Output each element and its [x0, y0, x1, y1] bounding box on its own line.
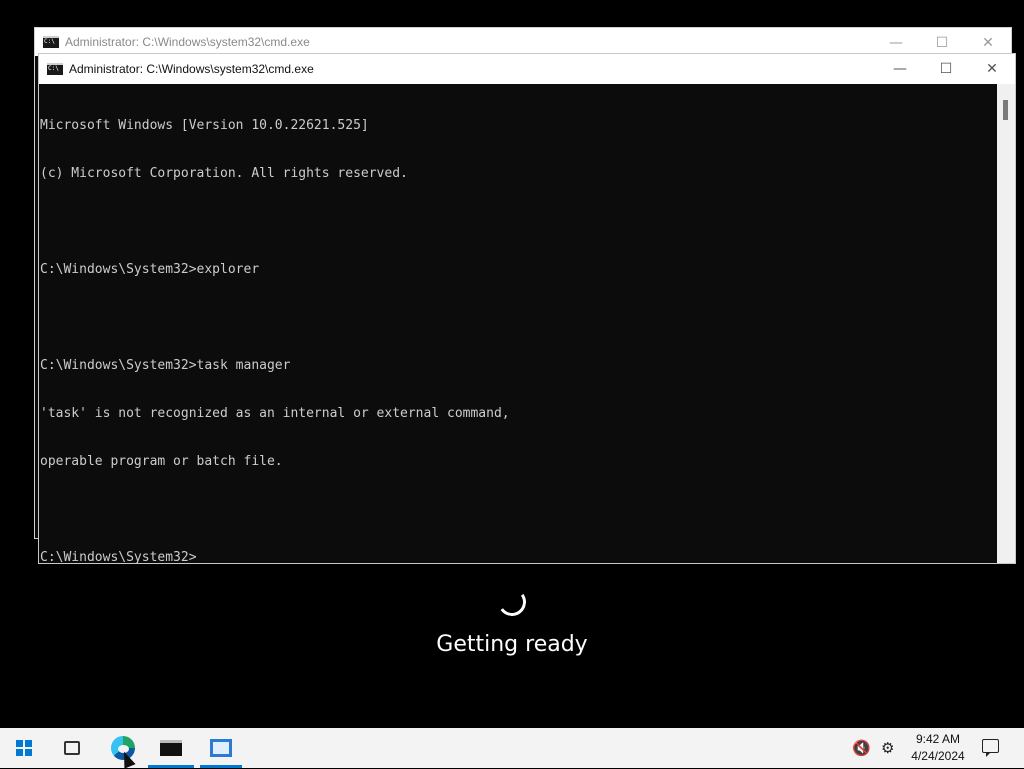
- app-window-icon: [210, 739, 232, 757]
- task-view-icon: [64, 741, 80, 755]
- command-prompt-line[interactable]: C:\Windows\System32>: [40, 550, 997, 566]
- windows-logo-icon: [16, 740, 32, 756]
- taskbar-app-button[interactable]: [200, 728, 242, 768]
- command-prompt-icon: [160, 740, 182, 756]
- window-title: Administrator: C:\Windows\system32\cmd.e…: [65, 35, 310, 49]
- task-view-button[interactable]: [52, 728, 92, 768]
- console-output[interactable]: Microsoft Windows [Version 10.0.22621.52…: [39, 84, 997, 566]
- console-line: Microsoft Windows [Version 10.0.22621.52…: [40, 118, 369, 133]
- console-line: C:\Windows\System32>task manager: [40, 358, 291, 373]
- cmd-app-icon: [47, 63, 63, 75]
- close-button[interactable]: ✕: [969, 54, 1015, 84]
- start-button[interactable]: [4, 728, 44, 768]
- notification-icon[interactable]: [982, 739, 999, 757]
- volume-muted-icon[interactable]: 🔇: [852, 739, 871, 757]
- title-bar[interactable]: Administrator: C:\Windows\system32\cmd.e…: [39, 54, 1015, 84]
- minimize-button[interactable]: —: [877, 54, 923, 84]
- getting-ready-status: Getting ready: [0, 585, 1024, 657]
- maximize-button[interactable]: ☐: [923, 54, 969, 84]
- window-title: Administrator: C:\Windows\system32\cmd.e…: [69, 62, 314, 76]
- scroll-thumb[interactable]: [1003, 100, 1008, 120]
- system-clock[interactable]: 9:42 AM 4/24/2024: [906, 731, 970, 765]
- settings-gear-icon[interactable]: ⚙: [881, 739, 894, 757]
- status-text: Getting ready: [436, 632, 588, 657]
- cmd-app-icon: [43, 36, 59, 48]
- title-bar[interactable]: Administrator: C:\Windows\system32\cmd.e…: [35, 28, 1011, 56]
- console-line: operable program or batch file.: [40, 454, 283, 469]
- clock-time: 9:42 AM: [915, 732, 961, 746]
- taskbar-cmd-button[interactable]: [148, 728, 194, 768]
- console-line: C:\Windows\System32>explorer: [40, 262, 260, 277]
- clock-date: 4/24/2024: [911, 749, 965, 763]
- vertical-scrollbar[interactable]: [997, 84, 1015, 563]
- loading-spinner-icon: [495, 585, 529, 619]
- console-line: 'task' is not recognized as an internal …: [40, 406, 510, 421]
- console-line: (c) Microsoft Corporation. All rights re…: [40, 166, 408, 181]
- cmd-window-front[interactable]: Administrator: C:\Windows\system32\cmd.e…: [38, 53, 1016, 566]
